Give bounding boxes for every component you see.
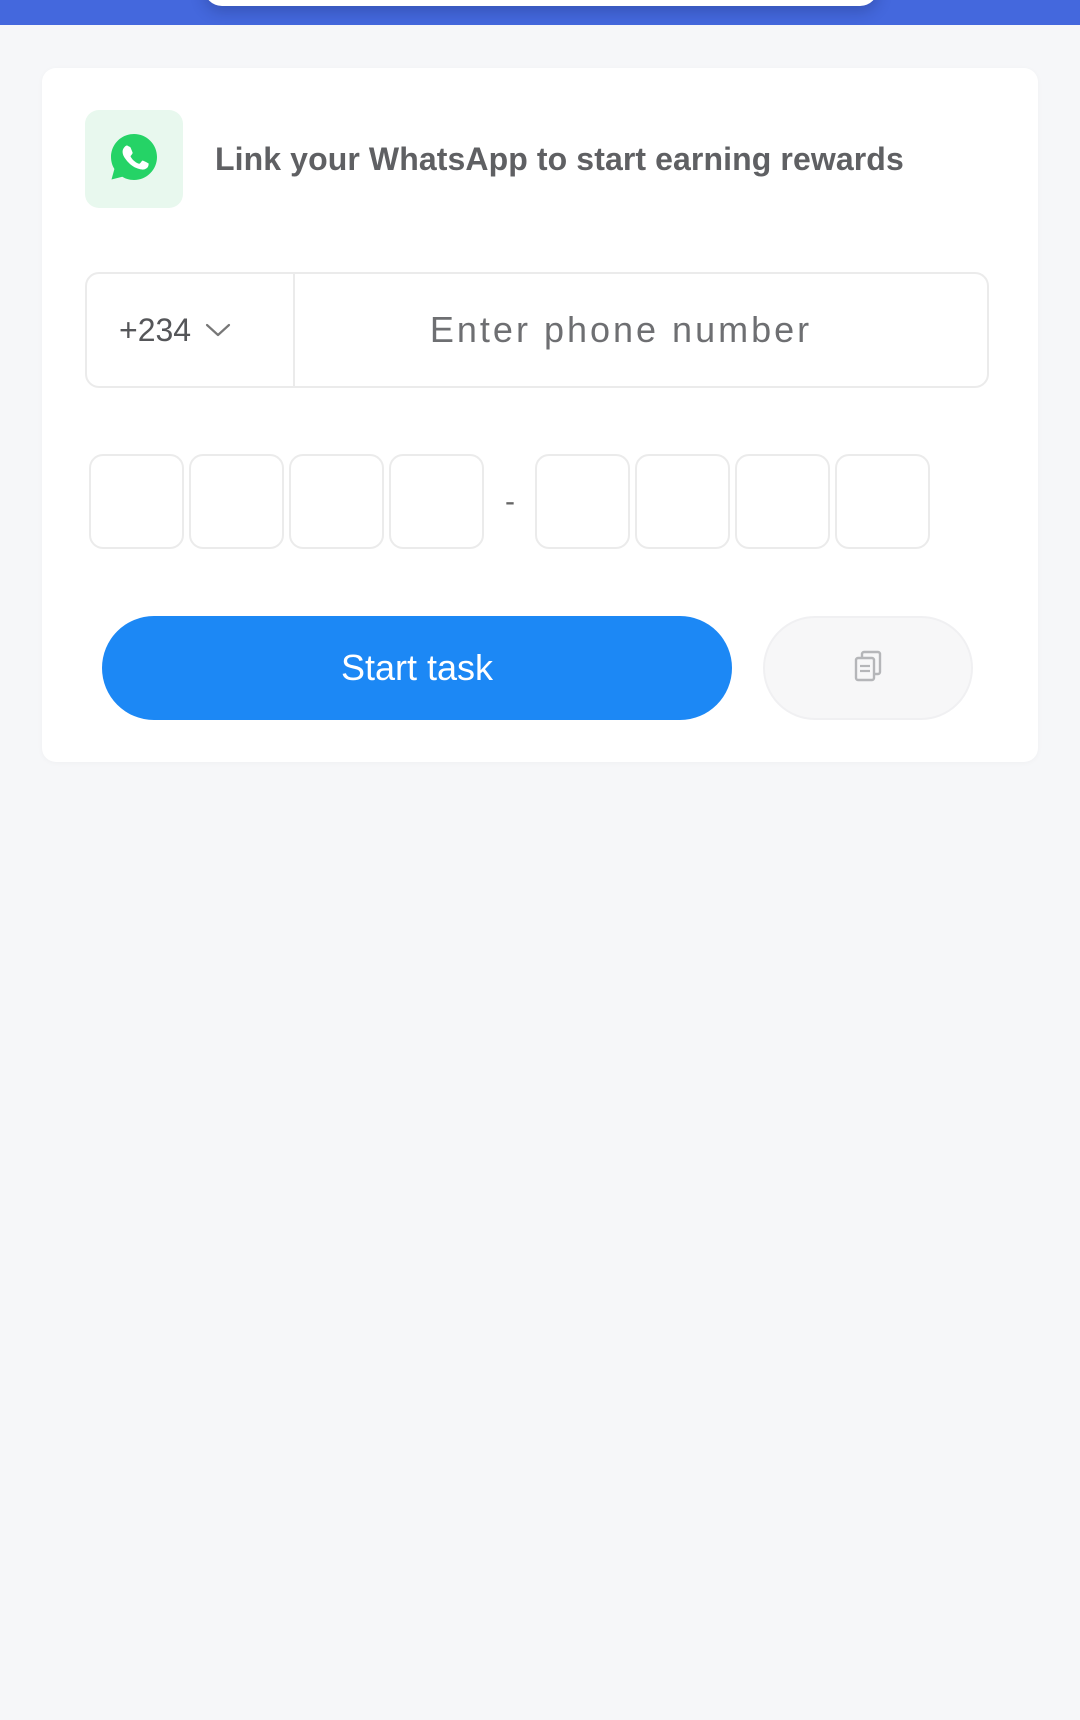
whatsapp-tile xyxy=(85,110,183,208)
country-code-select[interactable]: +234 xyxy=(87,274,295,386)
chevron-down-icon xyxy=(205,322,231,338)
code-digit-box[interactable] xyxy=(289,454,384,549)
start-task-button[interactable]: Start task xyxy=(102,616,732,720)
phone-field-group: +234 xyxy=(85,272,989,388)
header-title: Link your WhatsApp to start earning rewa… xyxy=(215,140,904,177)
code-digit-box[interactable] xyxy=(835,454,930,549)
code-digit-box[interactable] xyxy=(189,454,284,549)
country-code-value: +234 xyxy=(119,311,192,348)
code-separator: - xyxy=(505,484,515,518)
whatsapp-icon xyxy=(108,131,160,188)
phone-number-input[interactable] xyxy=(295,274,987,386)
link-whatsapp-card: Link your WhatsApp to start earning rewa… xyxy=(42,68,1038,762)
code-digit-box[interactable] xyxy=(89,454,184,549)
copy-icon xyxy=(853,650,883,687)
top-bar xyxy=(0,0,1080,25)
card-header: Link your WhatsApp to start earning rewa… xyxy=(85,110,904,208)
top-pill xyxy=(204,0,878,6)
code-digit-box[interactable] xyxy=(735,454,830,549)
copy-button[interactable] xyxy=(763,616,973,720)
code-digit-box[interactable] xyxy=(535,454,630,549)
code-digit-box[interactable] xyxy=(389,454,484,549)
code-boxes: - xyxy=(89,454,935,549)
code-digit-box[interactable] xyxy=(635,454,730,549)
